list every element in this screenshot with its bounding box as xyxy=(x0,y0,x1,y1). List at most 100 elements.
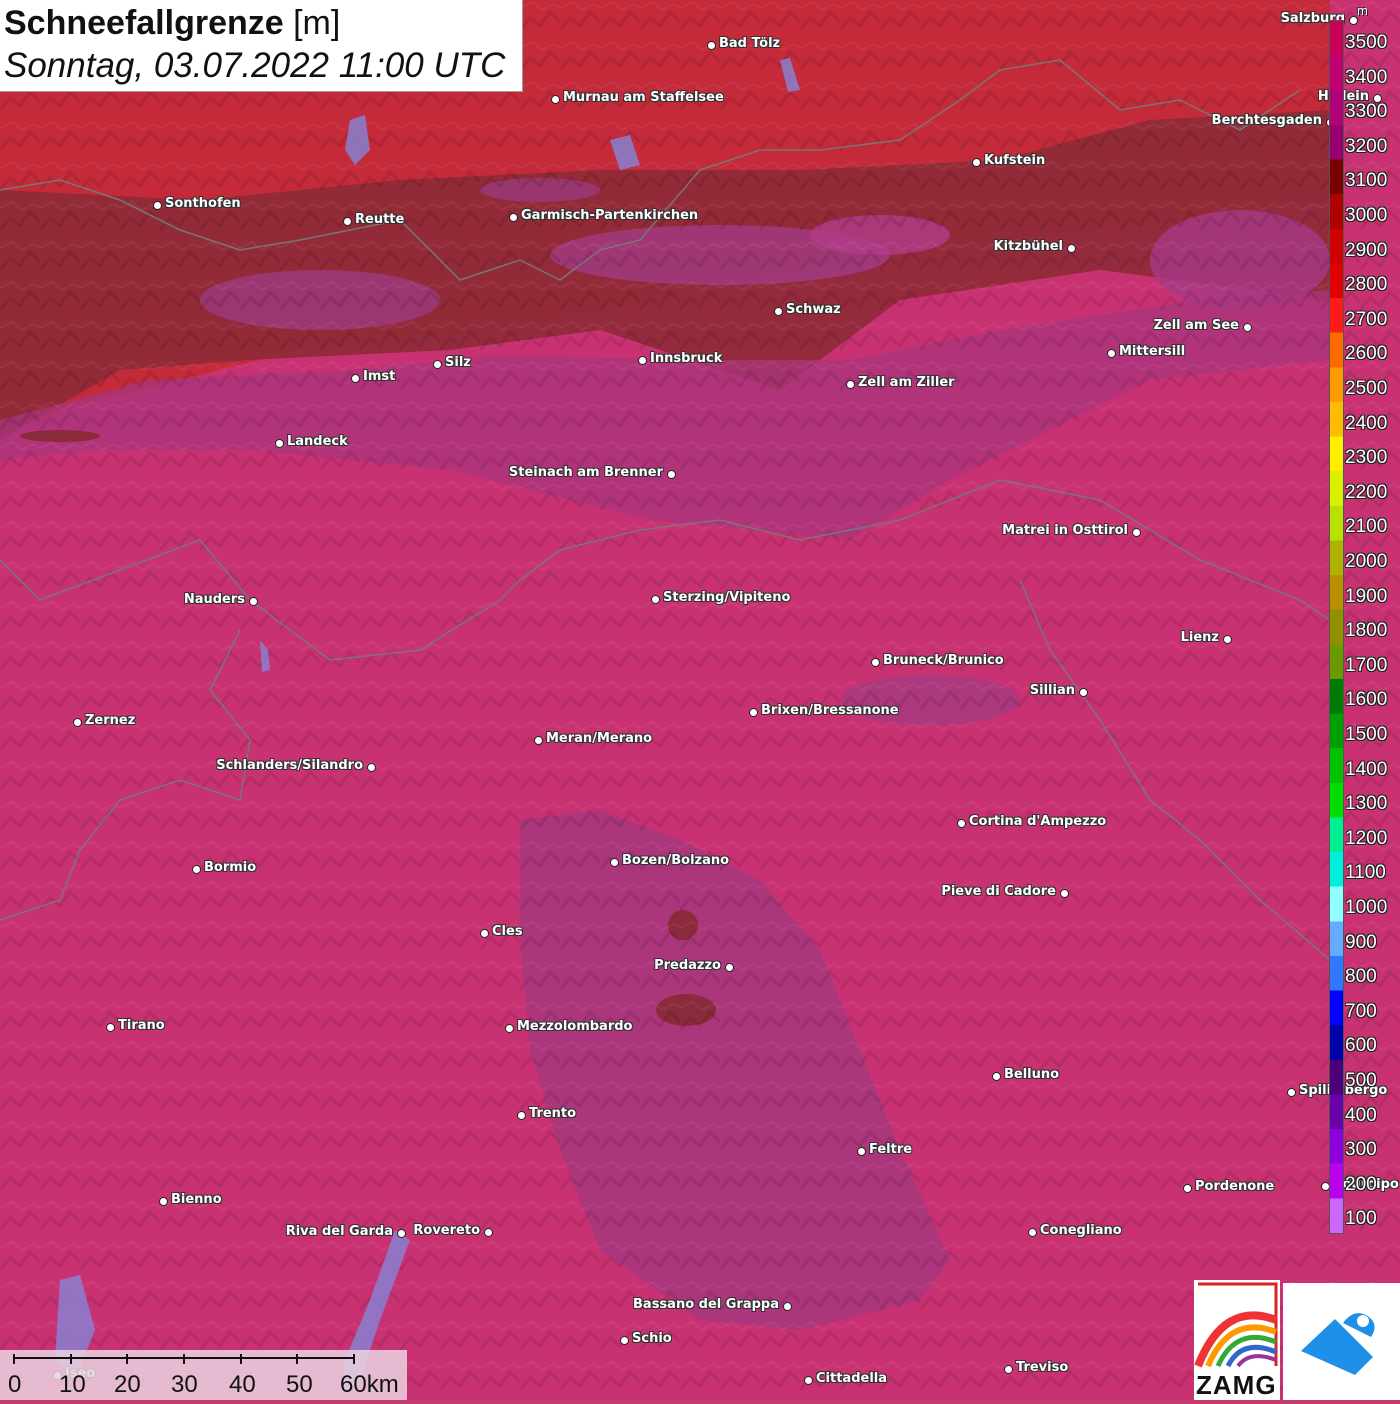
city-marker xyxy=(433,360,442,369)
city-marker xyxy=(505,1024,514,1033)
city-marker xyxy=(620,1336,629,1345)
city-marker xyxy=(1223,635,1232,644)
city-marker xyxy=(957,819,966,828)
map-datetime: Sonntag, 03.07.2022 11:00 UTC xyxy=(4,46,506,85)
city-label: Riva del Garda xyxy=(285,1224,393,1239)
legend-label: 2800 xyxy=(1345,274,1388,296)
scale-label: 40 xyxy=(229,1371,256,1398)
city-marker xyxy=(1060,889,1069,898)
scale-label: 10 xyxy=(59,1371,86,1398)
legend-label: 1600 xyxy=(1345,689,1388,711)
city-label: Sillian xyxy=(1029,683,1075,698)
scale-label: 20 xyxy=(114,1371,141,1398)
legend-color-bar xyxy=(1329,20,1344,1234)
legend-label: 1900 xyxy=(1345,585,1388,607)
city-marker xyxy=(707,41,716,50)
city-marker xyxy=(651,595,660,604)
city-label: Steinach am Brenner xyxy=(508,465,663,480)
city-label: Rovereto xyxy=(413,1223,480,1238)
city-marker xyxy=(343,217,352,226)
scale-label: 60km xyxy=(340,1371,399,1398)
legend-label: 3300 xyxy=(1345,101,1388,123)
city-label: Bad Tölz xyxy=(719,36,781,51)
legend-label: 1200 xyxy=(1345,827,1388,849)
legend-label: 1300 xyxy=(1345,793,1388,815)
city-label: Nauders xyxy=(183,592,245,607)
city-marker xyxy=(1079,688,1088,697)
legend-label: 2000 xyxy=(1345,551,1388,572)
title-unit: [m] xyxy=(293,4,341,42)
legend-label: 2100 xyxy=(1345,516,1388,538)
city-label: Meran/Merano xyxy=(546,731,653,746)
city-label: Lienz xyxy=(1180,630,1219,645)
city-label: Reutte xyxy=(355,212,405,227)
city-marker xyxy=(749,708,758,717)
title-box: Schneefallgrenze [m] Sonntag, 03.07.2022… xyxy=(0,0,523,92)
legend-label: 800 xyxy=(1345,966,1377,988)
legend-label: 1400 xyxy=(1345,758,1388,780)
city-label: Tirano xyxy=(118,1018,165,1033)
legend-label: 2700 xyxy=(1345,308,1388,330)
city-label: Cles xyxy=(492,924,523,939)
legend-label: 2500 xyxy=(1345,378,1388,399)
city-label: Garmisch-Partenkirchen xyxy=(521,208,699,223)
city-label: Sonthofen xyxy=(165,196,241,211)
city-label: Cortina d'Ampezzo xyxy=(969,814,1107,829)
city-label: Kufstein xyxy=(984,153,1046,168)
title-bold: Schneefallgrenze xyxy=(4,4,284,42)
city-marker xyxy=(1004,1365,1013,1374)
city-label: Landeck xyxy=(287,434,348,449)
legend-label: 1100 xyxy=(1345,862,1386,884)
city-label: Berchtesgaden xyxy=(1211,113,1322,128)
zamg-logo-text: ZAMG xyxy=(1196,1370,1277,1400)
city-marker xyxy=(73,718,82,727)
city-label: Silz xyxy=(445,355,471,370)
city-marker xyxy=(1107,349,1116,358)
city-marker xyxy=(1287,1088,1296,1097)
city-marker xyxy=(667,470,676,479)
city-label: Pieve di Cadore xyxy=(941,884,1056,899)
city-label: Mezzolombardo xyxy=(517,1019,633,1034)
city-marker xyxy=(534,736,543,745)
city-marker xyxy=(871,658,880,667)
city-label: Brixen/Bressanone xyxy=(761,703,899,718)
scale-label: 30 xyxy=(171,1371,198,1398)
city-marker xyxy=(610,858,619,867)
scale-label: 50 xyxy=(286,1371,313,1398)
city-marker xyxy=(484,1228,493,1237)
city-label: Schlanders/Silandro xyxy=(216,758,363,773)
legend-label: 3200 xyxy=(1345,135,1388,157)
city-label: Conegliano xyxy=(1040,1223,1122,1238)
legend-label: 1000 xyxy=(1345,897,1388,918)
city-marker xyxy=(1067,244,1076,253)
city-label: Feltre xyxy=(869,1142,913,1157)
city-label: Bienno xyxy=(171,1192,222,1207)
city-marker xyxy=(972,158,981,167)
city-marker xyxy=(783,1302,792,1311)
city-label: Zernez xyxy=(85,713,136,728)
city-label: Bruneck/Brunico xyxy=(883,653,1004,668)
legend-label: 1700 xyxy=(1345,654,1388,676)
legend-label: 300 xyxy=(1345,1139,1377,1161)
city-marker xyxy=(517,1111,526,1120)
legend-label: 600 xyxy=(1345,1035,1377,1057)
city-marker xyxy=(992,1072,1001,1081)
city-marker xyxy=(551,95,560,104)
legend-label: 2600 xyxy=(1345,343,1388,365)
city-label: Zell am See xyxy=(1153,318,1239,333)
city-label: Sterzing/Vipiteno xyxy=(663,590,791,605)
city-marker xyxy=(774,307,783,316)
map-title: Schneefallgrenze [m] xyxy=(4,4,340,43)
city-label: Matrei in Osttirol xyxy=(1002,523,1128,538)
city-label: Bassano del Grappa xyxy=(633,1297,779,1312)
city-marker xyxy=(1132,528,1141,537)
legend-label: 400 xyxy=(1345,1104,1377,1126)
city-marker xyxy=(638,356,647,365)
city-label: Bozen/Bolzano xyxy=(622,853,730,868)
legend-label: 3000 xyxy=(1345,205,1388,226)
city-label: Imst xyxy=(363,369,396,384)
city-label: Mittersill xyxy=(1119,344,1186,359)
city-label: Pordenone xyxy=(1195,1179,1275,1194)
partner-logo xyxy=(1283,1283,1400,1400)
legend-label: 3500 xyxy=(1345,32,1388,53)
